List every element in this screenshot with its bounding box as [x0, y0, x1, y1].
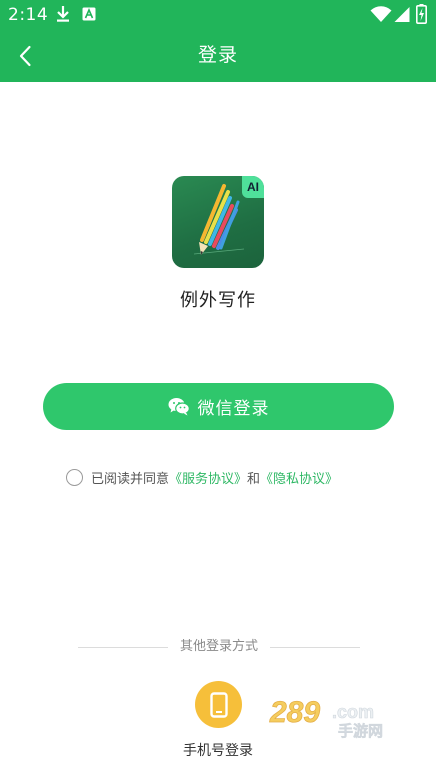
- wifi-icon: [370, 6, 392, 22]
- agreement-row: 已阅读并同意 《服务协议》 和 《隐私协议》: [66, 466, 338, 488]
- divider-right: [270, 647, 360, 648]
- wechat-login-label: 微信登录: [197, 399, 270, 419]
- download-icon: [57, 6, 69, 22]
- privacy-agreement-link[interactable]: 《隐私协议》: [260, 468, 338, 487]
- font-a-icon: [82, 7, 96, 21]
- other-login-divider: 其他登录方式: [78, 637, 360, 657]
- page-title: 登录: [197, 44, 238, 66]
- header: 2:14 登录: [0, 0, 436, 82]
- agreement-connector: 和: [247, 471, 261, 487]
- signal-icon: [394, 7, 410, 22]
- agreement-prefix: 已阅读并同意: [91, 471, 170, 487]
- wechat-login-button[interactable]: 微信登录: [43, 383, 394, 430]
- phone-login-button[interactable]: [195, 681, 242, 728]
- app-name: 例外写作: [180, 290, 256, 311]
- phone-icon: [209, 691, 228, 718]
- wechat-icon: [168, 398, 190, 416]
- status-bar: 2:14: [0, 0, 436, 30]
- battery-icon: [416, 4, 427, 24]
- watermark-logo: 289 .com 手游网: [268, 694, 418, 741]
- service-agreement-link[interactable]: 《服务协议》: [169, 468, 247, 487]
- ai-badge: AI: [242, 176, 264, 198]
- ai-badge-label: AI: [247, 180, 259, 194]
- status-time: 2:14: [8, 5, 49, 25]
- agreement-checkbox[interactable]: [66, 468, 83, 486]
- svg-text:.com: .com: [332, 702, 374, 722]
- app-bar: 登录: [0, 30, 436, 82]
- phone-login-label[interactable]: 手机号登录: [0, 741, 436, 761]
- app-logo: AI: [172, 176, 264, 268]
- svg-text:手游网: 手游网: [338, 722, 383, 740]
- svg-text:289: 289: [269, 696, 320, 729]
